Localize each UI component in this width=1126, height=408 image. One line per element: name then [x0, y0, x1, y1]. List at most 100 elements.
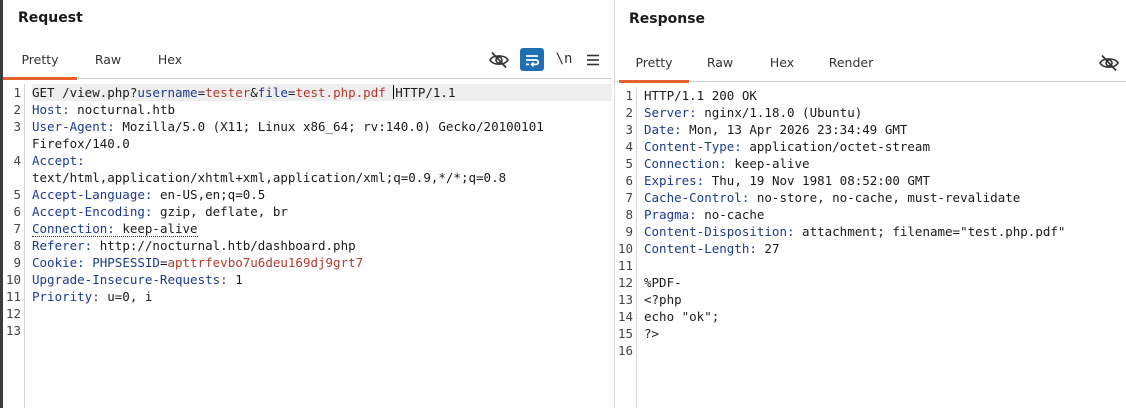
header-line[interactable]: Accept:	[32, 152, 612, 169]
header-line[interactable]: User-Agent: Mozilla/5.0 (X11; Linux x86_…	[32, 118, 612, 135]
header-line[interactable]: Server: nginx/1.18.0 (Ubuntu)	[644, 104, 1126, 121]
header-value: gzip, deflate, br	[152, 204, 288, 219]
line-number: 8	[625, 207, 633, 222]
param-separator: &	[250, 85, 258, 100]
status-line[interactable]: HTTP/1.1 200 OK	[644, 87, 1126, 104]
header-value: 1	[227, 272, 243, 287]
header-name: Accept-Encoding:	[32, 204, 153, 219]
line-number: 16	[617, 343, 633, 358]
line-number: 11	[5, 289, 21, 304]
eye-slash-icon[interactable]	[488, 49, 510, 71]
header-line[interactable]: Cookie: PHPSESSID=apttrfevbo7u6deu169dj9…	[32, 254, 612, 271]
line-number: 5	[625, 156, 633, 171]
header-line[interactable]: Accept-Encoding: gzip, deflate, br	[32, 203, 612, 220]
header-name: Referer:	[32, 238, 93, 253]
header-line-wrap[interactable]: text/html,application/xhtml+xml,applicat…	[32, 169, 612, 186]
header-name: Server:	[644, 105, 697, 120]
header-name: Content-Length:	[644, 241, 757, 256]
line-number: 12	[617, 275, 633, 290]
header-name: Date:	[644, 122, 682, 137]
header-line-wrap[interactable]: Firefox/140.0	[32, 135, 612, 152]
header-line[interactable]: Expires: Thu, 19 Nov 1981 08:52:00 GMT	[644, 172, 1126, 189]
header-line[interactable]: Priority: u=0, i	[32, 288, 612, 305]
line-number: 6	[625, 173, 633, 188]
request-editor[interactable]: 1 2 3 4 5 6 7 8 9 10 11 12 13 GET /view.…	[3, 84, 612, 408]
line-number: 3	[625, 122, 633, 137]
line-number: 9	[625, 224, 633, 239]
response-tabs: Pretty Raw Hex Render	[615, 50, 1126, 83]
tab-response-pretty[interactable]: Pretty	[619, 50, 689, 83]
word-wrap-icon[interactable]	[520, 48, 544, 71]
header-line[interactable]: Content-Length: 27	[644, 240, 1126, 257]
header-name: Upgrade-Insecure-Requests:	[32, 272, 228, 287]
newline-toggle-icon[interactable]: \n	[553, 48, 575, 70]
header-name: Pragma:	[644, 207, 697, 222]
header-line[interactable]: Cache-Control: no-store, no-cache, must-…	[644, 189, 1126, 206]
body-line[interactable]	[644, 342, 1126, 359]
body-text: echo "ok";	[644, 309, 720, 324]
header-value: u=0, i	[99, 289, 153, 304]
eye-slash-icon[interactable]	[1098, 52, 1120, 74]
header-value: application/octet-stream	[741, 139, 930, 154]
line-number: 4	[13, 153, 21, 168]
tab-request-raw[interactable]: Raw	[83, 47, 133, 79]
line-number: 13	[617, 292, 633, 307]
body-line[interactable]: ?>	[644, 325, 1126, 342]
header-value: Mozilla/5.0 (X11; Linux x86_64; rv:140.0…	[114, 119, 544, 134]
header-value: text/html,application/xhtml+xml,applicat…	[32, 170, 507, 185]
line-number: 8	[13, 238, 21, 253]
header-name: Expires:	[644, 173, 705, 188]
header-line[interactable]: Date: Mon, 13 Apr 2026 23:34:49 GMT	[644, 121, 1126, 138]
header-value: 27	[756, 241, 780, 256]
body-line[interactable]	[644, 257, 1126, 274]
tab-request-hex[interactable]: Hex	[145, 47, 195, 79]
body-line[interactable]: echo "ok";	[644, 308, 1126, 325]
param-name: username	[137, 85, 198, 100]
header-name: Content-Type:	[644, 139, 742, 154]
param-separator: =	[197, 85, 206, 100]
header-value: keep-alive	[726, 156, 810, 171]
header-value: nocturnal.htb	[69, 102, 175, 117]
header-line[interactable]: Upgrade-Insecure-Requests: 1	[32, 271, 612, 288]
header-line[interactable]: Accept-Language: en-US,en;q=0.5	[32, 186, 612, 203]
response-gutter: 1 2 3 4 5 6 7 8 9 10 11 12 13 14 15 16	[615, 87, 637, 408]
body-line[interactable]: %PDF-	[644, 274, 1126, 291]
tab-response-render[interactable]: Render	[819, 50, 883, 82]
request-line[interactable]: GET /view.php?username=tester&file=test.…	[32, 84, 612, 101]
tab-response-raw[interactable]: Raw	[695, 50, 745, 82]
line-number: 2	[625, 105, 633, 120]
header-name: Cache-Control:	[644, 190, 750, 205]
header-line[interactable]: Connection: keep-alive	[32, 220, 612, 237]
line-number: 12	[5, 306, 21, 321]
header-name: Content-Disposition:	[644, 224, 795, 239]
header-name: Accept-Language:	[32, 187, 153, 202]
tab-response-hex[interactable]: Hex	[757, 50, 807, 82]
line-number: 7	[13, 221, 21, 236]
cookie-name: PHPSESSID	[92, 255, 160, 270]
header-name: Host:	[32, 102, 70, 117]
line-number: 10	[617, 241, 633, 256]
param-value: test.php.pdf	[295, 85, 386, 100]
request-tabs: Pretty Raw Hex \n	[3, 47, 612, 80]
line-number: 4	[625, 139, 633, 154]
line-number: 15	[617, 326, 633, 341]
header-value: Thu, 19 Nov 1981 08:52:00 GMT	[704, 173, 930, 188]
line-number: 7	[625, 190, 633, 205]
hamburger-menu-icon[interactable]	[582, 49, 604, 71]
header-name: Connection:	[32, 221, 115, 236]
header-name: Cookie:	[32, 255, 85, 270]
header-line[interactable]: Connection: keep-alive	[644, 155, 1126, 172]
header-line[interactable]: Host: nocturnal.htb	[32, 101, 612, 118]
line-number: 1	[625, 88, 633, 103]
line-number: 13	[5, 323, 21, 338]
tab-request-pretty[interactable]: Pretty	[3, 47, 77, 80]
body-line[interactable]: <?php	[644, 291, 1126, 308]
header-value: no-store, no-cache, must-revalidate	[749, 190, 1021, 205]
header-line[interactable]: Pragma: no-cache	[644, 206, 1126, 223]
header-line[interactable]: Referer: http://nocturnal.htb/dashboard.…	[32, 237, 612, 254]
header-line[interactable]: Content-Type: application/octet-stream	[644, 138, 1126, 155]
body-text: %PDF-	[644, 275, 682, 290]
header-line[interactable]: Content-Disposition: attachment; filenam…	[644, 223, 1126, 240]
header-value: en-US,en;q=0.5	[152, 187, 266, 202]
response-editor[interactable]: 1 2 3 4 5 6 7 8 9 10 11 12 13 14 15 16 H…	[615, 87, 1126, 408]
